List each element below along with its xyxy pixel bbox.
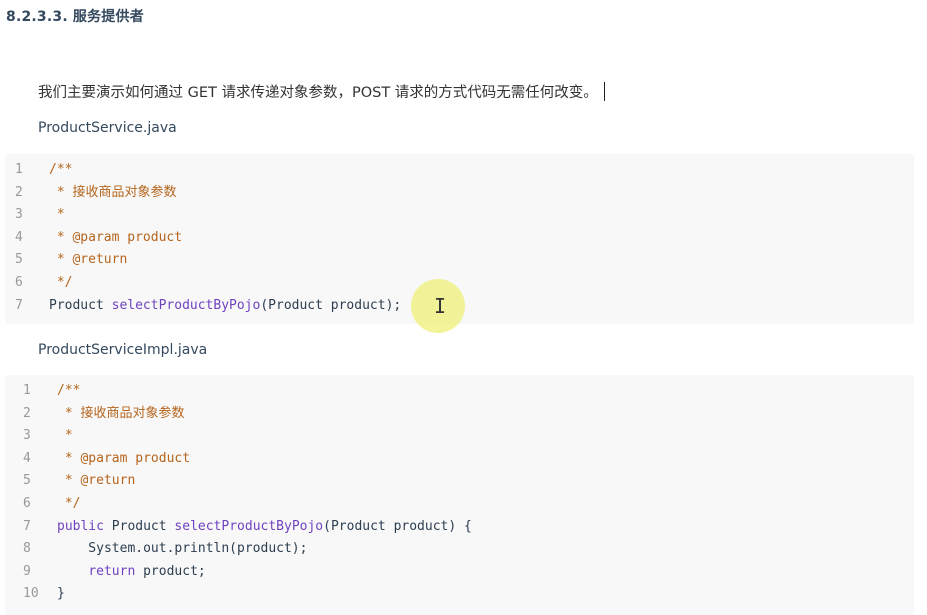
code-token: */ — [57, 496, 81, 511]
code-line: 3 * — [5, 425, 905, 447]
code-line: 5 * @return — [5, 249, 905, 271]
intro-paragraph: 我们主要演示如何通过 GET 请求传递对象参数，POST 请求的方式代码无需任何… — [38, 81, 606, 102]
code-token: * — [49, 207, 65, 223]
code-token: selectProductByPojo — [111, 297, 261, 313]
line-number: 3 — [23, 428, 31, 444]
line-number: 6 — [23, 496, 31, 511]
text-cursor-icon: I — [434, 294, 447, 318]
line-number: 7 — [23, 518, 31, 534]
line-number: 5 — [23, 473, 31, 489]
code-line: 2 * 接收商品对象参数 — [5, 403, 905, 425]
line-number: 6 — [15, 275, 23, 290]
code-token: public — [57, 518, 112, 534]
code-token: /** — [49, 162, 73, 177]
code-token: * — [57, 428, 73, 444]
code-text: * — [49, 204, 65, 226]
code-line: 5 * @return — [5, 470, 905, 492]
code-text: return product; — [57, 561, 206, 583]
code-token: return — [88, 563, 144, 579]
code-line: 7 public Product selectProductByPojo(Prod… — [5, 516, 905, 538]
code-token: } — [57, 586, 65, 602]
line-number: 3 — [15, 207, 23, 223]
code-text: System.out.println(product); — [57, 538, 307, 560]
intro-text: 我们主要演示如何通过 GET 请求传递对象参数，POST 请求的方式代码无需任何… — [38, 85, 598, 101]
filename-product-service: ProductService.java — [38, 120, 177, 136]
code-text: /** — [49, 159, 72, 181]
code-line: 4 * @param product — [5, 227, 905, 249]
line-number: 9 — [23, 563, 31, 579]
code-text: * @param product — [57, 448, 190, 470]
code-text: } — [57, 583, 65, 605]
code-line: 1 /** — [5, 380, 905, 402]
code-text: Product selectProductByPojo(Product prod… — [49, 295, 401, 317]
code-token: /** — [57, 383, 81, 398]
code-line: 10} — [5, 583, 905, 605]
code-line: 1 /** — [5, 159, 905, 181]
code-token: * @return — [49, 252, 128, 268]
line-number: 1 — [23, 383, 31, 398]
code-token: Product — [49, 297, 112, 313]
line-number: 4 — [23, 450, 31, 466]
code-line: 2 * 接收商品对象参数 — [5, 182, 905, 204]
code-text: * @return — [49, 249, 127, 271]
section-heading: 8.2.3.3. 服务提供者 — [6, 9, 144, 25]
text-caret — [603, 82, 606, 101]
line-number: 10 — [23, 586, 39, 602]
code-token: selectProductByPojo — [174, 518, 324, 534]
code-line: 8 System.out.println(product); — [5, 538, 905, 560]
code-token: * 接收商品对象参数 — [49, 184, 177, 200]
code-token: * 接收商品对象参数 — [57, 405, 185, 421]
code-text: */ — [57, 493, 81, 515]
code-token: * @return — [57, 473, 136, 489]
code-block-product-service-impl[interactable]: 1/** 2 * 接收商品对象参数 3 * 4 * @param product 5 *… — [5, 375, 914, 615]
code-token: (Product product) { — [323, 518, 472, 534]
code-token: product; — [143, 563, 206, 579]
filename-product-service-impl: ProductServiceImpl.java — [38, 342, 208, 358]
code-line: 6 */ — [5, 493, 905, 515]
line-number: 1 — [15, 162, 23, 177]
code-token: System.out.println(product); — [57, 541, 308, 557]
line-number: 2 — [23, 405, 31, 421]
line-number: 7 — [15, 297, 23, 313]
code-text: /** — [57, 380, 80, 402]
code-token: (Product product); — [260, 297, 402, 313]
code-text: * 接收商品对象参数 — [57, 403, 185, 425]
line-number: 8 — [23, 541, 31, 557]
code-text: */ — [49, 272, 73, 294]
code-text: * — [57, 425, 73, 447]
code-text: * @return — [57, 470, 135, 492]
code-text: * 接收商品对象参数 — [49, 182, 177, 204]
code-token: */ — [49, 275, 73, 290]
code-token: Product — [111, 518, 175, 534]
code-line: 9 return product; — [5, 561, 905, 583]
code-token: * @param product — [57, 450, 191, 466]
code-line: 4 * @param product — [5, 448, 905, 470]
line-number: 5 — [15, 252, 23, 268]
line-number: 2 — [15, 184, 23, 200]
line-number: 4 — [15, 229, 23, 245]
code-text: public Product selectProductByPojo(Produ… — [57, 516, 472, 538]
code-token: * @param product — [49, 229, 183, 245]
code-line: 3 * — [5, 204, 905, 226]
code-text: * @param product — [49, 227, 182, 249]
